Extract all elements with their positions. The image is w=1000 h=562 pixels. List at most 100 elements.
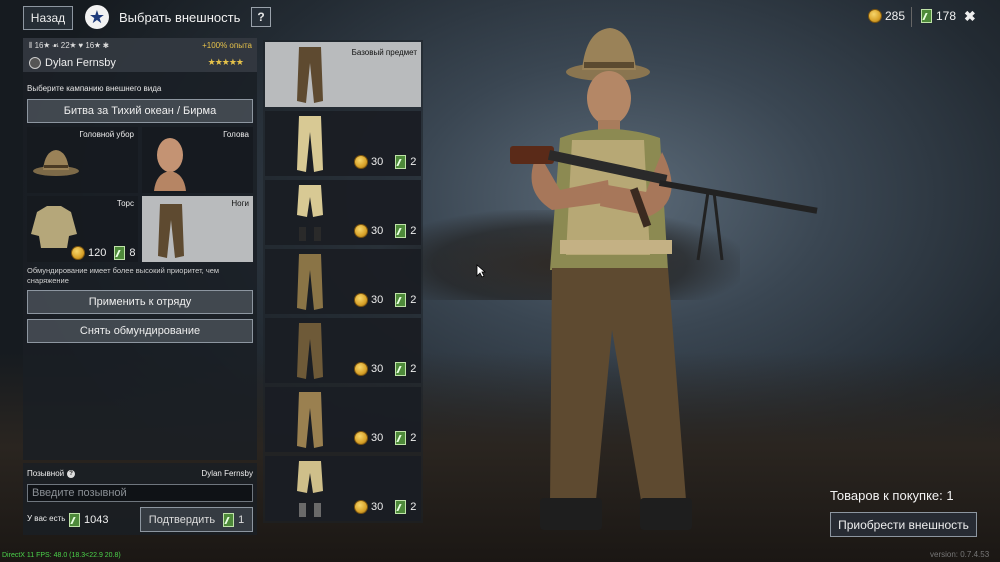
price-silver: 30 bbox=[371, 156, 384, 168]
rating-stars: ★★★★★ bbox=[207, 57, 244, 67]
shirt-icon bbox=[31, 206, 77, 248]
price-silver: 30 bbox=[371, 363, 384, 375]
priority-note: Обмундирование имеет более высокий приор… bbox=[27, 266, 220, 285]
silver-coin-icon bbox=[71, 246, 85, 260]
ticket-icon bbox=[69, 513, 80, 527]
buy-appearance-button[interactable]: Приобрести внешность bbox=[830, 512, 977, 537]
stat-2: 22 bbox=[60, 41, 70, 50]
slot-price: 120 8 bbox=[71, 246, 135, 260]
confirm-button[interactable]: Подтвердить 1 bbox=[140, 507, 253, 532]
slot-head[interactable]: Голова bbox=[142, 127, 253, 193]
faction-star-icon: ★ bbox=[85, 5, 109, 29]
list-item[interactable]: 30 2 bbox=[265, 180, 421, 245]
silver-coin-icon bbox=[354, 431, 368, 445]
trousers-icon bbox=[297, 47, 323, 103]
back-button[interactable]: Назад bbox=[23, 6, 73, 30]
trousers-icon bbox=[297, 116, 323, 172]
ticket-icon bbox=[921, 9, 932, 23]
item-price: 30 2 bbox=[354, 362, 416, 376]
appearance-panel: ⫴ 16★ ☙ 22★ ♥ 16★ ✱ +100% опыта Dylan Fe… bbox=[23, 38, 257, 460]
soldier-info: ⫴ 16★ ☙ 22★ ♥ 16★ ✱ +100% опыта Dylan Fe… bbox=[23, 38, 257, 72]
silver-coin-icon bbox=[354, 362, 368, 376]
ticket-icon bbox=[395, 431, 407, 445]
close-button[interactable]: ✖ bbox=[964, 8, 976, 25]
silver-coin-icon bbox=[354, 224, 368, 238]
trousers-icon bbox=[297, 392, 323, 448]
soldier-model bbox=[510, 28, 818, 530]
list-item[interactable]: 30 2 bbox=[265, 387, 421, 452]
ticket-icon bbox=[395, 293, 407, 307]
callsign-label-text: Позывной bbox=[27, 469, 65, 478]
price-tickets: 2 bbox=[410, 156, 417, 168]
trousers-icon bbox=[158, 204, 184, 258]
price-tickets: 2 bbox=[410, 501, 417, 513]
list-item[interactable]: Базовый предмет bbox=[265, 42, 421, 107]
help-icon[interactable]: ? bbox=[67, 469, 76, 478]
silver-amount: 285 bbox=[885, 9, 906, 23]
rank-icon bbox=[29, 57, 41, 69]
remove-uniform-button[interactable]: Снять обмундирование bbox=[27, 319, 253, 343]
list-item[interactable]: 30 2 bbox=[265, 456, 421, 521]
price-tickets: 2 bbox=[410, 294, 417, 306]
ammo-icon: ⫴ bbox=[29, 41, 33, 50]
list-item[interactable]: 30 2 bbox=[265, 249, 421, 314]
owned-label: У вас есть bbox=[27, 514, 66, 523]
slot-label: Головной убор bbox=[79, 130, 134, 139]
trousers-icon bbox=[297, 323, 323, 379]
slot-legs[interactable]: Ноги bbox=[142, 196, 253, 262]
ticket-icon bbox=[395, 155, 407, 169]
soldier-stats: ⫴ 16★ ☙ 22★ ♥ 16★ ✱ bbox=[29, 41, 109, 51]
confirm-cost: 1 bbox=[238, 513, 245, 526]
callsign-panel: Позывной ? Dylan Fernsby У вас есть 1043… bbox=[23, 463, 257, 535]
slot-label: Голова bbox=[223, 130, 249, 139]
heart-icon: ♥ bbox=[78, 41, 84, 50]
item-price: 30 2 bbox=[354, 155, 416, 169]
fps-counter: DirectX 11 FPS: 48.0 (18.3<22.9 20.8) bbox=[2, 552, 121, 559]
head-icon bbox=[154, 138, 186, 191]
xp-bonus: +100% опыта bbox=[202, 41, 252, 50]
list-item[interactable]: 30 2 bbox=[265, 318, 421, 383]
star-icon: ★ bbox=[43, 41, 50, 50]
apply-to-squad-button[interactable]: Применить к отряду bbox=[27, 290, 253, 314]
item-price: 30 2 bbox=[354, 431, 416, 445]
price-tickets: 8 bbox=[129, 247, 136, 259]
stat-3: 16 bbox=[85, 41, 95, 50]
hat-icon bbox=[33, 150, 79, 176]
star-icon: ★ bbox=[94, 41, 101, 50]
slot-label: Торс bbox=[116, 199, 134, 208]
ticket-balance: 178 bbox=[921, 9, 956, 23]
ticket-icon bbox=[114, 246, 126, 260]
item-price: 30 2 bbox=[354, 293, 416, 307]
perk-icon: ✱ bbox=[102, 41, 109, 50]
version-label: version: 0.7.4.53 bbox=[930, 550, 990, 559]
slot-label: Ноги bbox=[231, 199, 249, 208]
divider bbox=[911, 7, 912, 27]
price-tickets: 2 bbox=[410, 432, 417, 444]
mouse-cursor-icon bbox=[476, 264, 486, 278]
item-list[interactable]: Базовый предмет 30 2 30 2 30 2 30 2 30 2 bbox=[263, 40, 423, 523]
stat-1: 16 bbox=[34, 41, 44, 50]
ticket-icon bbox=[395, 500, 407, 514]
help-button[interactable]: ? bbox=[251, 7, 271, 27]
campaign-selector[interactable]: Битва за Тихий океан / Бирма bbox=[27, 99, 253, 123]
list-item[interactable]: 30 2 bbox=[265, 111, 421, 176]
shorts-icon bbox=[297, 461, 323, 517]
silver-coin-icon bbox=[868, 9, 882, 23]
shorts-icon bbox=[297, 185, 323, 241]
campaign-prompt: Выберите кампанию внешнего вида bbox=[27, 84, 162, 93]
silver-coin-icon bbox=[354, 293, 368, 307]
stamina-icon: ☙ bbox=[52, 41, 59, 50]
callsign-label: Позывной ? bbox=[27, 469, 76, 478]
slot-torso[interactable]: Торс 120 8 bbox=[27, 196, 138, 262]
owned-value: 1043 bbox=[69, 513, 108, 527]
owned-amount: 1043 bbox=[84, 514, 109, 526]
silver-coin-icon bbox=[354, 155, 368, 169]
confirm-label: Подтвердить bbox=[148, 513, 216, 526]
top-bar: Назад ★ Выбрать внешность ? 285 178 ✖ bbox=[0, 0, 1000, 36]
item-price: 30 2 bbox=[354, 500, 416, 514]
silver-coin-icon bbox=[354, 500, 368, 514]
slot-headgear[interactable]: Головной убор bbox=[27, 127, 138, 193]
item-price: 30 2 bbox=[354, 224, 416, 238]
silver-balance: 285 bbox=[868, 9, 905, 23]
callsign-input[interactable] bbox=[27, 484, 253, 502]
